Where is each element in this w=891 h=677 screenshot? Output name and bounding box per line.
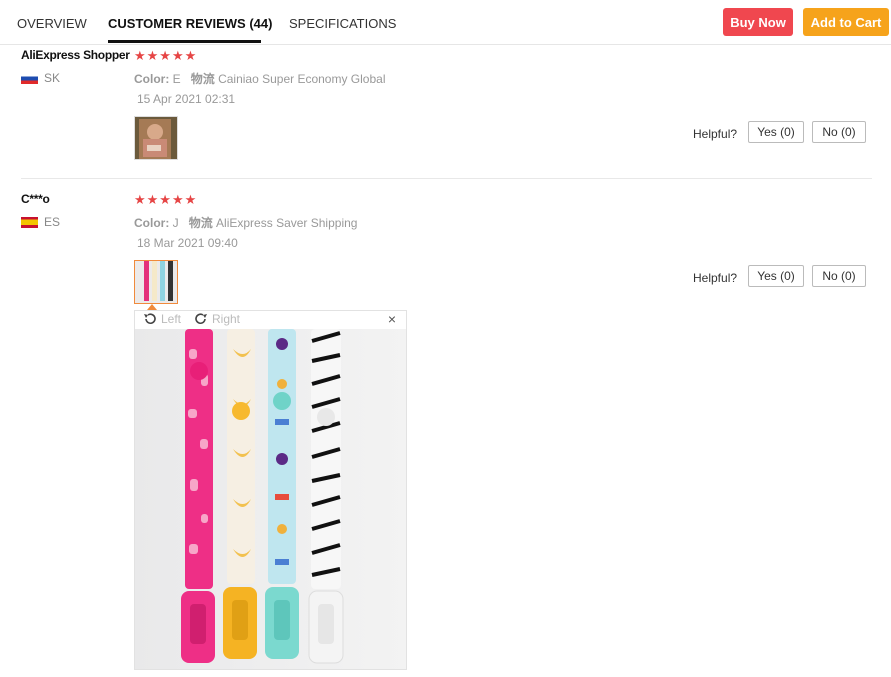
star-rating: ★★★★★ [134, 48, 198, 63]
review-photo-thumbnail[interactable] [134, 260, 178, 304]
active-tab-indicator [108, 40, 261, 43]
spain-flag-icon [21, 216, 38, 228]
color-label: Color: [134, 216, 170, 230]
shipping-label: 物流 [190, 72, 215, 86]
color-value: E [172, 72, 181, 86]
color-label: Color: [134, 72, 170, 86]
review-date: 15 Apr 2021 02:31 [137, 92, 236, 106]
review-photo-large [135, 329, 406, 669]
helpful-yes-button[interactable]: Yes (0) [748, 265, 804, 287]
review-sku-info: Color: E 物流 Cainiao Super Economy Global [134, 70, 386, 87]
reviewer-country: SK [21, 71, 60, 85]
review-photo-thumbnail[interactable] [134, 116, 178, 160]
rotate-right-icon [195, 313, 207, 325]
reviewer-name: AliExpress Shopper [21, 48, 130, 62]
rotate-left-button[interactable]: Left [143, 312, 181, 326]
helpful-no-button[interactable]: No (0) [812, 121, 866, 143]
country-code: SK [44, 71, 61, 85]
review-tabs-bar: OVERVIEW CUSTOMER REVIEWS (44) SPECIFICA… [0, 0, 891, 45]
shipping-value: AliExpress Saver Shipping [216, 216, 358, 230]
photo-viewer: Left Right × [134, 310, 407, 670]
star-rating: ★★★★★ [134, 192, 198, 207]
review-sku-info: Color: J 物流 AliExpress Saver Shipping [134, 214, 357, 231]
review-divider [21, 178, 872, 179]
photo-thumbnail-image [135, 117, 177, 159]
tab-customer-reviews[interactable]: CUSTOMER REVIEWS (44) [108, 16, 272, 31]
shipping-value: Cainiao Super Economy Global [218, 72, 386, 86]
rotate-right-label: Right [212, 312, 241, 326]
tab-specifications[interactable]: SPECIFICATIONS [289, 16, 396, 31]
close-viewer-button[interactable]: × [388, 311, 396, 327]
slovakia-flag-icon [21, 72, 38, 84]
reviewer-name: C***o [21, 192, 50, 206]
helpful-label: Helpful? [693, 271, 738, 285]
photo-thumbnail-image [135, 261, 177, 303]
rotate-left-label: Left [161, 312, 182, 326]
helpful-label: Helpful? [693, 127, 738, 141]
shipping-label: 物流 [188, 216, 213, 230]
reviewer-country: ES [21, 215, 60, 229]
buy-now-button[interactable]: Buy Now [723, 8, 793, 36]
rotate-left-icon [144, 313, 156, 325]
color-value: J [172, 216, 179, 230]
pacifier-clips-photo [181, 329, 344, 664]
helpful-no-button[interactable]: No (0) [812, 265, 866, 287]
helpful-yes-button[interactable]: Yes (0) [748, 121, 804, 143]
viewer-toolbar: Left Right × [135, 311, 406, 329]
tab-overview[interactable]: OVERVIEW [17, 16, 87, 31]
review-date: 18 Mar 2021 09:40 [137, 236, 238, 250]
rotate-right-button[interactable]: Right [194, 312, 240, 326]
country-code: ES [44, 215, 61, 229]
add-to-cart-button[interactable]: Add to Cart [803, 8, 889, 36]
